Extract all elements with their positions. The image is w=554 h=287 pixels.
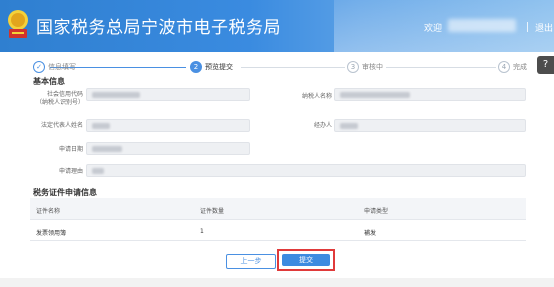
header-background-art — [334, 0, 554, 52]
cert-name-cell: 发票领用簿 — [36, 230, 67, 237]
header-divider — [527, 22, 528, 32]
section-title-cert: 税务证件申请信息 — [33, 188, 97, 197]
section-title-basic: 基本信息 — [33, 77, 65, 86]
prev-step-button[interactable]: 上一步 — [226, 254, 276, 269]
user-name-masked — [448, 19, 516, 32]
step-label: 预览提交 — [205, 63, 233, 71]
reason-field — [86, 164, 526, 177]
label-reason: 申请理由 — [58, 168, 83, 175]
column-header: 申请类型 — [364, 208, 389, 215]
step-complete: 4 完成 — [498, 60, 527, 74]
step-preview-submit: 2 预览提交 — [190, 60, 233, 74]
tax-emblem-icon — [8, 10, 28, 38]
step-number: 4 — [498, 61, 510, 73]
step-label: 审核中 — [362, 63, 383, 71]
step-label: 完成 — [513, 63, 527, 71]
handler-field — [334, 119, 526, 132]
check-icon: ✓ — [33, 61, 45, 73]
help-icon[interactable]: ? — [537, 56, 554, 74]
cert-qty-cell: 1 — [200, 228, 204, 235]
cert-type-cell: 補发 — [364, 230, 377, 237]
step-number: 3 — [347, 61, 359, 73]
step-reviewing: 3 审核中 — [347, 60, 383, 74]
apply-date-field — [86, 142, 250, 155]
step-connector-3 — [386, 67, 496, 68]
label-credit-code: 社会信用代码（纳税人识别号） — [36, 91, 85, 106]
label-legal-rep: 法定代表人姓名 — [40, 122, 83, 129]
step-label: 信息填写 — [48, 63, 76, 71]
cert-table-header: 证件名称 证件数量 申请类型 — [30, 198, 526, 220]
welcome-label: 欢迎 — [424, 24, 443, 34]
logout-link[interactable]: 退出 — [535, 21, 553, 34]
step-info-fill: ✓ 信息填写 — [33, 60, 76, 74]
legal-rep-field — [86, 119, 250, 132]
credit-code-field — [86, 88, 250, 101]
app-header: 国家税务总局宁波市电子税务局 欢迎 退出 — [0, 0, 554, 52]
column-header: 证件数量 — [200, 208, 225, 215]
label-handler: 经办人 — [313, 122, 332, 129]
table-row: 发票领用簿 1 補发 — [30, 221, 526, 241]
page-footer — [0, 278, 554, 287]
label-taxpayer-name: 纳税人名称 — [301, 93, 332, 100]
label-apply-date: 申请日期 — [58, 146, 83, 153]
taxpayer-name-field — [334, 88, 526, 101]
step-number: 2 — [190, 61, 202, 73]
submit-button[interactable]: 提交 — [282, 254, 330, 266]
step-connector-2 — [241, 67, 345, 68]
column-header: 证件名称 — [36, 208, 61, 215]
submit-highlight: 提交 — [277, 249, 335, 271]
app-title: 国家税务总局宁波市电子税务局 — [36, 18, 281, 38]
